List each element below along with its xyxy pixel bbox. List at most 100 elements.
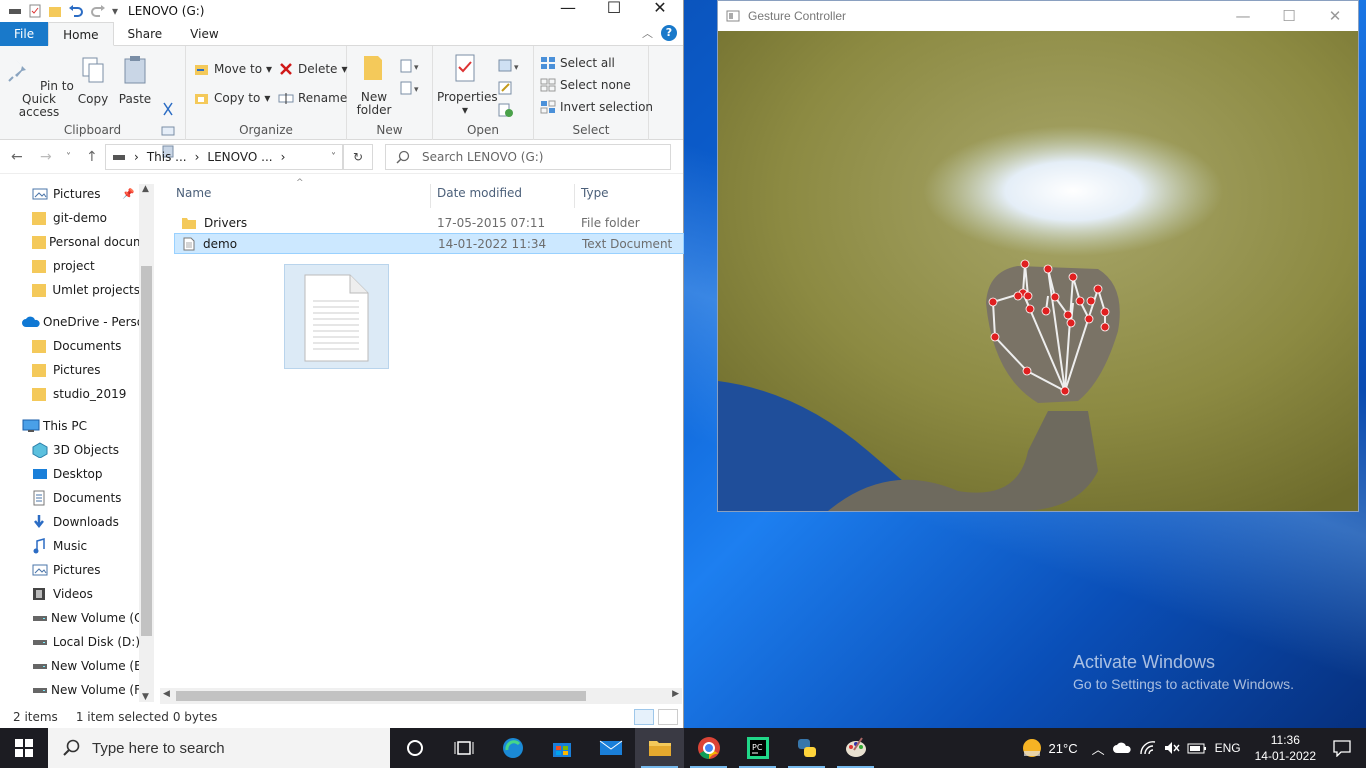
nav-scrollbar[interactable]: ▲ ▼ bbox=[139, 184, 154, 702]
sidebar-item-videos[interactable]: Videos bbox=[0, 582, 140, 606]
sidebar-item-studio-2019[interactable]: studio_2019 bbox=[0, 382, 140, 406]
volume-muted-icon[interactable] bbox=[1163, 740, 1181, 756]
new-folder-button[interactable]: New folder bbox=[353, 52, 395, 117]
customize-qat-icon[interactable]: ▾ bbox=[112, 4, 118, 18]
column-type[interactable]: Type bbox=[581, 186, 609, 200]
open-icon[interactable]: ▾ bbox=[497, 58, 525, 74]
sidebar-item-local-disk-d[interactable]: Local Disk (D:) bbox=[0, 630, 140, 654]
new-item-icon[interactable]: ▾ bbox=[399, 58, 425, 74]
column-date-modified[interactable]: Date modified bbox=[437, 186, 522, 200]
pinned-icon[interactable]: 📌 bbox=[122, 189, 134, 200]
breadcrumb-lenovo[interactable]: LENOVO ... bbox=[207, 150, 272, 164]
column-divider[interactable] bbox=[574, 184, 575, 208]
weather-temperature[interactable]: 21°C bbox=[1049, 741, 1078, 756]
scroll-down-icon[interactable]: ▼ bbox=[142, 692, 149, 702]
tab-file[interactable]: File bbox=[0, 21, 49, 46]
taskbar-search-input[interactable]: Type here to search bbox=[92, 740, 225, 757]
start-button[interactable] bbox=[0, 728, 48, 768]
address-bar[interactable]: › This ... › LENOVO ... › ˅ bbox=[105, 144, 343, 170]
select-none-button[interactable]: Select none bbox=[540, 78, 631, 92]
tab-view[interactable]: View bbox=[176, 22, 232, 46]
edge-icon[interactable] bbox=[488, 728, 537, 768]
task-view-icon[interactable] bbox=[439, 728, 488, 768]
sidebar-item-new-volume-c[interactable]: New Volume (C: bbox=[0, 606, 140, 630]
mail-icon[interactable] bbox=[586, 728, 635, 768]
refresh-button[interactable]: ↻ bbox=[343, 144, 373, 170]
sidebar-item-git-demo[interactable]: git-demo bbox=[0, 206, 140, 230]
cut-icon[interactable] bbox=[160, 102, 176, 116]
chrome-icon[interactable] bbox=[684, 728, 733, 768]
copy-button[interactable]: Copy bbox=[76, 54, 110, 106]
sidebar-item-desktop[interactable]: Desktop bbox=[0, 462, 140, 486]
sidebar-item-pictures[interactable]: Pictures 📌 bbox=[0, 182, 140, 206]
onedrive-cloud-icon[interactable] bbox=[1112, 741, 1133, 755]
sidebar-item-downloads[interactable]: Downloads bbox=[0, 510, 140, 534]
sidebar-item-music[interactable]: Music bbox=[0, 534, 140, 558]
battery-icon[interactable] bbox=[1187, 741, 1207, 755]
help-icon[interactable]: ? bbox=[661, 25, 677, 41]
pin-to-quick-access-button[interactable]: Pin to Quick access bbox=[4, 54, 74, 119]
horizontal-scrollbar-thumb[interactable] bbox=[176, 691, 586, 701]
network-icon[interactable] bbox=[1139, 740, 1157, 756]
forward-arrow-icon[interactable]: → bbox=[40, 149, 52, 165]
collapse-ribbon-icon[interactable]: ︿ bbox=[642, 25, 653, 41]
delete-button[interactable]: Delete ▾ bbox=[278, 62, 347, 76]
breadcrumb-this-pc[interactable]: This ... bbox=[147, 150, 187, 164]
scroll-up-icon[interactable]: ▲ bbox=[142, 184, 149, 194]
large-icons-view-icon[interactable] bbox=[658, 709, 678, 725]
sidebar-item-personal-docum[interactable]: Personal docum bbox=[0, 230, 140, 254]
move-to-button[interactable]: Move to ▾ bbox=[194, 62, 272, 76]
show-hidden-icons-icon[interactable]: ︿ bbox=[1092, 739, 1105, 758]
rename-button[interactable]: Rename bbox=[278, 91, 347, 105]
address-dropdown-icon[interactable]: ˅ bbox=[331, 152, 336, 163]
file-row-demo[interactable]: demo 14-01-2022 11:34 Text Document bbox=[174, 233, 684, 254]
copy-to-button[interactable]: Copy to ▾ bbox=[194, 91, 270, 105]
properties-icon[interactable] bbox=[28, 4, 42, 18]
details-view-icon[interactable] bbox=[634, 709, 654, 725]
column-name[interactable]: Name bbox=[176, 186, 211, 200]
recent-locations-icon[interactable]: ˅ bbox=[66, 152, 71, 163]
sidebar-item-pictures[interactable]: Pictures bbox=[0, 558, 140, 582]
scroll-left-icon[interactable]: ◀ bbox=[163, 689, 170, 699]
tab-share[interactable]: Share bbox=[114, 22, 177, 46]
edit-icon[interactable] bbox=[497, 80, 515, 96]
undo-icon[interactable] bbox=[68, 4, 84, 18]
sidebar-item-project[interactable]: project bbox=[0, 254, 140, 278]
maximize-button[interactable]: ☐ bbox=[591, 0, 637, 22]
back-arrow-icon[interactable]: ← bbox=[11, 149, 23, 165]
clock[interactable]: 11:36 14-01-2022 bbox=[1255, 732, 1316, 764]
sidebar-item-documents[interactable]: Documents bbox=[0, 334, 140, 358]
cortana-icon[interactable] bbox=[390, 728, 439, 768]
paste-button[interactable]: Paste bbox=[116, 54, 154, 106]
search-box[interactable]: Search LENOVO (G:) bbox=[385, 144, 671, 170]
horizontal-scrollbar[interactable]: ◀ ▶ bbox=[160, 688, 682, 704]
invert-selection-button[interactable]: Invert selection bbox=[540, 100, 653, 114]
gesture-maximize-button[interactable]: ☐ bbox=[1266, 1, 1312, 31]
sidebar-item-umlet-projects[interactable]: Umlet projects bbox=[0, 278, 140, 302]
sidebar-item-new-volume-e[interactable]: New Volume (E:) bbox=[0, 654, 140, 678]
easy-access-icon[interactable]: ▾ bbox=[399, 80, 425, 96]
paint-icon[interactable] bbox=[831, 728, 880, 768]
column-divider[interactable] bbox=[430, 184, 431, 208]
file-explorer-taskbar-icon[interactable] bbox=[635, 728, 684, 768]
store-icon[interactable] bbox=[537, 728, 586, 768]
sidebar-item-onedrive-persor[interactable]: OneDrive - Persor bbox=[0, 310, 140, 334]
history-icon[interactable] bbox=[497, 102, 515, 118]
python-icon[interactable] bbox=[782, 728, 831, 768]
sidebar-item-this-pc[interactable]: This PC bbox=[0, 414, 140, 438]
weather-sun-icon[interactable] bbox=[1021, 737, 1043, 759]
search-input[interactable]: Search LENOVO (G:) bbox=[422, 150, 543, 164]
redo-icon[interactable] bbox=[90, 4, 106, 18]
select-all-button[interactable]: Select all bbox=[540, 56, 615, 70]
pycharm-icon[interactable]: PC bbox=[733, 728, 782, 768]
up-arrow-icon[interactable]: ↑ bbox=[86, 149, 98, 165]
tab-home[interactable]: Home bbox=[48, 21, 114, 46]
nav-scrollbar-thumb[interactable] bbox=[141, 266, 152, 636]
language-indicator[interactable]: ENG bbox=[1215, 741, 1241, 755]
properties-button[interactable]: Properties ▾ bbox=[437, 52, 498, 117]
close-button[interactable]: ✕ bbox=[637, 0, 683, 22]
gesture-minimize-button[interactable]: — bbox=[1220, 1, 1266, 31]
minimize-button[interactable]: — bbox=[545, 0, 591, 22]
file-row-drivers[interactable]: Drivers 17-05-2015 07:11 File folder bbox=[174, 212, 684, 233]
notifications-icon[interactable] bbox=[1332, 739, 1352, 757]
